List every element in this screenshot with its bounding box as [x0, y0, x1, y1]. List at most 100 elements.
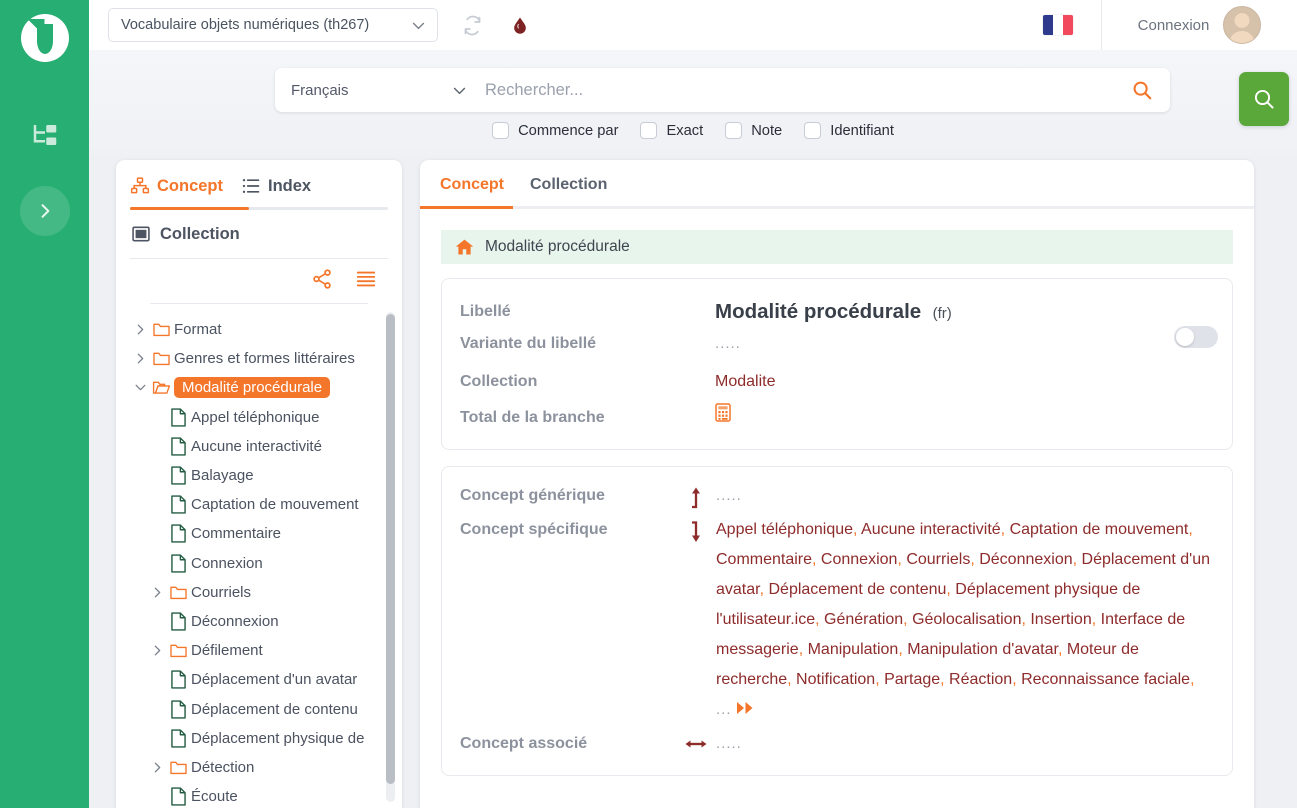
narrower-concept-link[interactable]: Manipulation d'avatar: [907, 641, 1058, 658]
search-language-select[interactable]: Français: [275, 68, 485, 112]
arrow-down-icon: [676, 515, 716, 544]
refresh-button[interactable]: [456, 9, 488, 41]
tree-scrollbar-thumb[interactable]: [386, 314, 395, 784]
narrower-concept-link[interactable]: Captation de mouvement: [1010, 521, 1189, 538]
chevron-right-icon[interactable]: [132, 323, 149, 336]
tree-node[interactable]: Appel téléphonique: [116, 403, 402, 432]
narrower-concept-link[interactable]: Génération: [824, 611, 903, 628]
relation-label: Concept générique: [460, 487, 605, 505]
narrower-concept-link[interactable]: Manipulation: [808, 641, 899, 658]
french-flag-icon[interactable]: [1043, 15, 1073, 35]
chevron-right-icon: [41, 204, 49, 218]
narrower-concept-link[interactable]: Géolocalisation: [912, 611, 1021, 628]
checkbox[interactable]: [804, 122, 822, 139]
tree-node[interactable]: Défilement: [116, 636, 402, 665]
narrower-concept-link[interactable]: Réaction: [949, 671, 1012, 688]
narrower-concept-link[interactable]: Déplacement de contenu: [768, 581, 946, 598]
narrower-concept-link[interactable]: Déconnexion: [979, 551, 1072, 568]
search-icon: [1254, 89, 1274, 109]
chevron-right-icon[interactable]: [149, 761, 166, 774]
tree-node[interactable]: Aucune interactivité: [116, 432, 402, 461]
side-search-button[interactable]: [1239, 72, 1289, 126]
tree-node[interactable]: Détection: [116, 753, 402, 782]
detail-tab-collection[interactable]: Collection: [530, 176, 607, 206]
tree-node-label: Déplacement d'un avatar: [191, 671, 358, 689]
avatar[interactable]: [1223, 6, 1262, 44]
tree-node[interactable]: Balayage: [116, 461, 402, 490]
tree-node-label: Déplacement de contenu: [191, 700, 358, 718]
detail-toggle[interactable]: [1174, 326, 1218, 348]
narrower-concept-link[interactable]: Reconnaissance faciale: [1021, 671, 1190, 688]
field-label: Variante du libellé: [460, 335, 597, 352]
tab-collection[interactable]: Collection: [116, 210, 402, 258]
fast-forward-icon[interactable]: [736, 702, 754, 717]
tree-node[interactable]: Déconnexion: [116, 607, 402, 636]
narrower-concept-link[interactable]: Notification: [796, 671, 875, 688]
tree-node[interactable]: Captation de mouvement: [116, 490, 402, 519]
narrower-concept-link[interactable]: Courriels: [906, 551, 970, 568]
tree-scrollbar[interactable]: [386, 312, 395, 802]
separator: ,: [1000, 521, 1010, 539]
search-option-note[interactable]: Note: [725, 122, 782, 139]
tab-concept[interactable]: Concept: [130, 176, 223, 207]
tree-node-label: Connexion: [191, 554, 263, 572]
document-icon: [166, 495, 191, 514]
separator: ,: [1072, 551, 1082, 569]
document-icon: [166, 787, 191, 806]
relation-narrower: Concept spécifique Appel téléphonique, A…: [460, 515, 1214, 725]
opentheso-logo[interactable]: [20, 14, 69, 62]
search-option-identifiant[interactable]: Identifiant: [804, 122, 894, 139]
search-input[interactable]: [485, 68, 1114, 112]
thesaurus-select[interactable]: Vocabulaire objets numériques (th267): [108, 8, 438, 42]
tree-node-label: Détection: [191, 758, 255, 776]
tree-node[interactable]: Déplacement de contenu: [116, 694, 402, 723]
tree-node[interactable]: Déplacement physique de: [116, 724, 402, 753]
narrower-concept-link[interactable]: Appel téléphonique: [716, 521, 853, 538]
folder-icon: [166, 583, 191, 602]
detail-tab-concept[interactable]: Concept: [440, 176, 504, 206]
option-label: Identifiant: [830, 122, 894, 139]
narrower-concept-link[interactable]: Commentaire: [716, 551, 812, 568]
document-icon: [166, 437, 191, 456]
document-icon: [166, 612, 191, 631]
tab-index[interactable]: Index: [241, 176, 311, 207]
collection-link[interactable]: Modalite: [715, 373, 775, 390]
calculator-icon[interactable]: [715, 403, 731, 433]
expand-panel-button[interactable]: [19, 186, 70, 236]
checkbox[interactable]: [492, 122, 510, 139]
tree-node[interactable]: Genres et formes littéraires: [116, 344, 402, 373]
chevron-down-icon[interactable]: [132, 381, 149, 394]
tree-node[interactable]: Format: [116, 315, 402, 344]
sitemap-icon[interactable]: [28, 118, 62, 152]
search-option-commence-par[interactable]: Commence par: [492, 122, 618, 139]
search-option-exact[interactable]: Exact: [640, 122, 703, 139]
field-total-branche: Total de la branche: [460, 403, 1214, 433]
narrower-concept-link[interactable]: Insertion: [1030, 611, 1091, 628]
search-zone: Français Commence par Exact: [89, 50, 1297, 156]
narrower-concept-link[interactable]: Partage: [884, 671, 940, 688]
tree-node[interactable]: Déplacement d'un avatar: [116, 665, 402, 694]
app-root: Vocabulaire objets numériques (th267) Co…: [0, 0, 1297, 808]
separator: ,: [787, 671, 797, 689]
separator: ,: [898, 641, 908, 659]
chevron-right-icon[interactable]: [149, 586, 166, 599]
tree-node[interactable]: Commentaire: [116, 519, 402, 548]
narrower-concept-link[interactable]: Aucune interactivité: [861, 521, 1001, 538]
tree-node[interactable]: Courriels: [116, 578, 402, 607]
tree-node[interactable]: Modalité procédurale: [116, 373, 402, 402]
login-area[interactable]: Connexion: [1101, 0, 1297, 50]
checkbox[interactable]: [725, 122, 743, 139]
eraser-button[interactable]: [504, 9, 536, 41]
separator: ,: [798, 641, 808, 659]
chevron-right-icon[interactable]: [132, 352, 149, 365]
checkbox[interactable]: [640, 122, 658, 139]
tree-node-label: Déconnexion: [191, 612, 279, 630]
tree-node[interactable]: Écoute: [116, 782, 402, 808]
tree-node[interactable]: Connexion: [116, 549, 402, 578]
tree-toolbar: [116, 259, 402, 303]
search-submit-button[interactable]: [1114, 79, 1170, 101]
share-icon[interactable]: [311, 268, 333, 295]
hamburger-icon[interactable]: [355, 268, 377, 295]
narrower-concept-link[interactable]: Connexion: [821, 551, 898, 568]
chevron-right-icon[interactable]: [149, 644, 166, 657]
